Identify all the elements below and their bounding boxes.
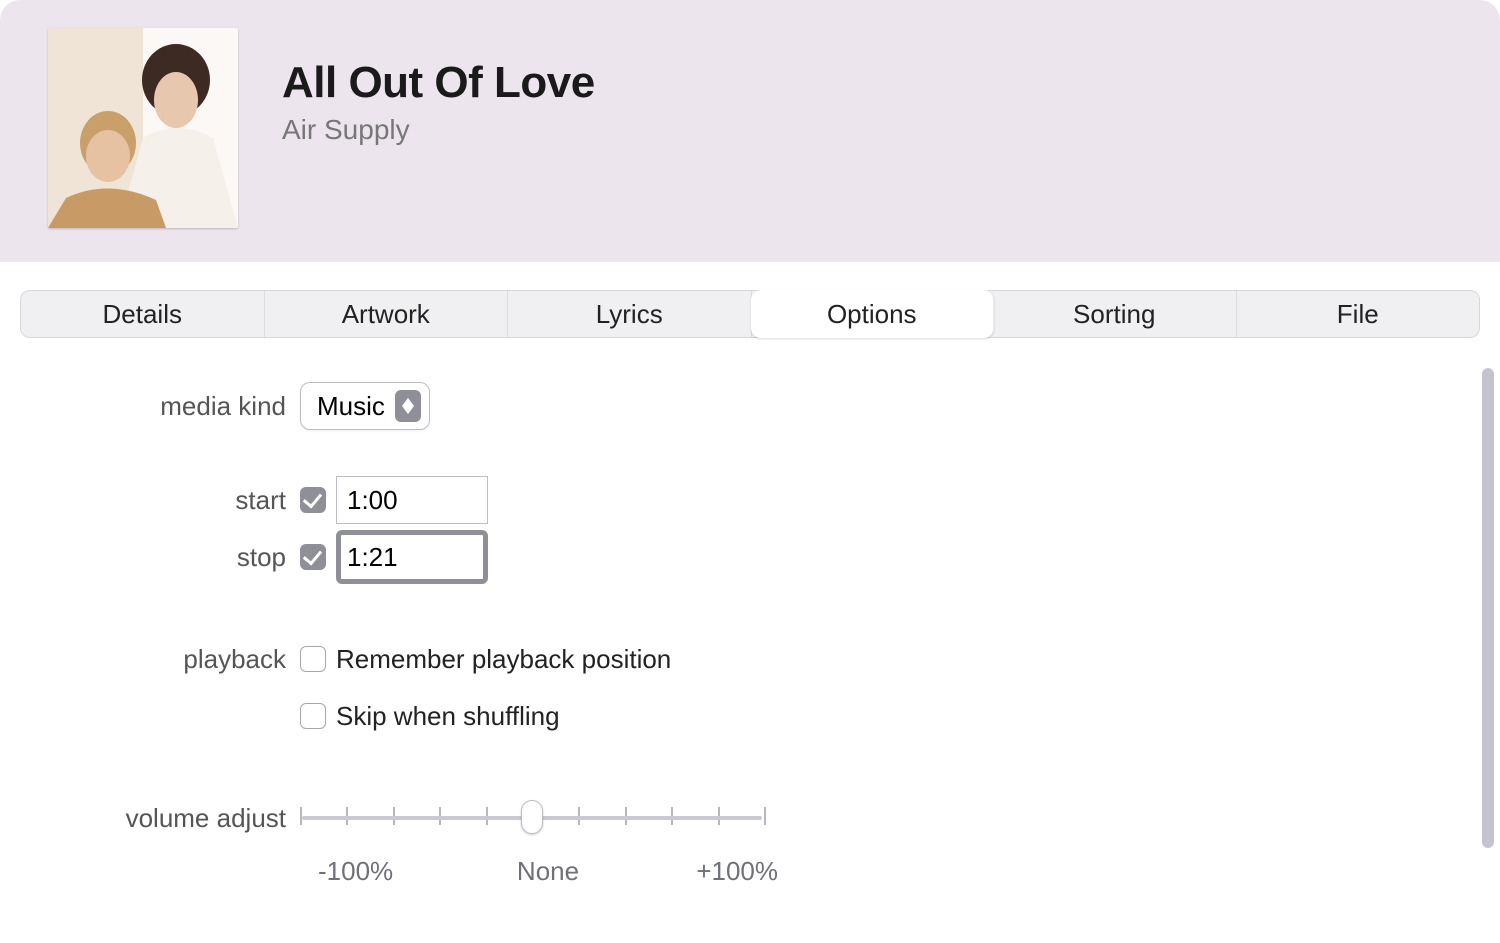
track-artist: Air Supply xyxy=(282,114,595,146)
updown-icon xyxy=(395,390,421,422)
song-info-window: All Out Of Love Air Supply Details Artwo… xyxy=(0,0,1500,943)
row-playback-skip: Skip when shuffling xyxy=(20,688,1500,744)
album-artwork-image xyxy=(48,28,238,228)
label-media-kind: media kind xyxy=(20,391,300,422)
skip-checkbox[interactable] xyxy=(300,703,326,729)
label-playback: playback xyxy=(20,644,300,675)
tab-label: Sorting xyxy=(1073,299,1155,329)
row-start: start xyxy=(20,472,1500,528)
start-time-input[interactable] xyxy=(336,476,488,524)
row-stop: stop xyxy=(20,529,1500,585)
options-form: media kind Music start stop xyxy=(0,338,1500,943)
tab-label: Options xyxy=(827,299,917,329)
tab-label: File xyxy=(1337,299,1379,329)
label-start: start xyxy=(20,485,300,516)
scrollbar[interactable] xyxy=(1480,368,1496,933)
stop-checkbox[interactable] xyxy=(300,544,326,570)
media-kind-select[interactable]: Music xyxy=(300,382,430,430)
slider-label-left: -100% xyxy=(318,856,393,887)
remember-label: Remember playback position xyxy=(336,644,671,675)
volume-slider[interactable] xyxy=(300,800,764,836)
row-volume-adjust: volume adjust xyxy=(20,790,1500,846)
start-checkbox[interactable] xyxy=(300,487,326,513)
tab-label: Lyrics xyxy=(596,299,663,329)
tab-file[interactable]: File xyxy=(1237,291,1480,337)
album-artwork xyxy=(48,28,238,228)
row-playback-remember: playback Remember playback position xyxy=(20,631,1500,687)
row-media-kind: media kind Music xyxy=(20,378,1500,434)
slider-label-mid: None xyxy=(517,856,579,887)
slider-label-right: +100% xyxy=(696,856,778,887)
stop-time-input[interactable] xyxy=(336,530,488,584)
remember-checkbox[interactable] xyxy=(300,646,326,672)
header: All Out Of Love Air Supply xyxy=(0,0,1500,262)
title-block: All Out Of Love Air Supply xyxy=(238,28,595,146)
scrollbar-thumb[interactable] xyxy=(1482,368,1494,848)
slider-thumb[interactable] xyxy=(521,800,543,834)
tab-label: Artwork xyxy=(342,299,430,329)
track-title: All Out Of Love xyxy=(282,58,595,108)
skip-label: Skip when shuffling xyxy=(336,701,560,732)
tab-options[interactable]: Options xyxy=(751,290,995,338)
tab-artwork[interactable]: Artwork xyxy=(265,291,509,337)
label-stop: stop xyxy=(20,542,300,573)
tab-bar: Details Artwork Lyrics Options Sorting F… xyxy=(20,290,1480,338)
label-volume-adjust: volume adjust xyxy=(20,803,300,834)
tab-details[interactable]: Details xyxy=(21,291,265,337)
media-kind-value: Music xyxy=(317,391,395,422)
tab-label: Details xyxy=(103,299,182,329)
tab-lyrics[interactable]: Lyrics xyxy=(508,291,752,337)
tab-sorting[interactable]: Sorting xyxy=(993,291,1237,337)
